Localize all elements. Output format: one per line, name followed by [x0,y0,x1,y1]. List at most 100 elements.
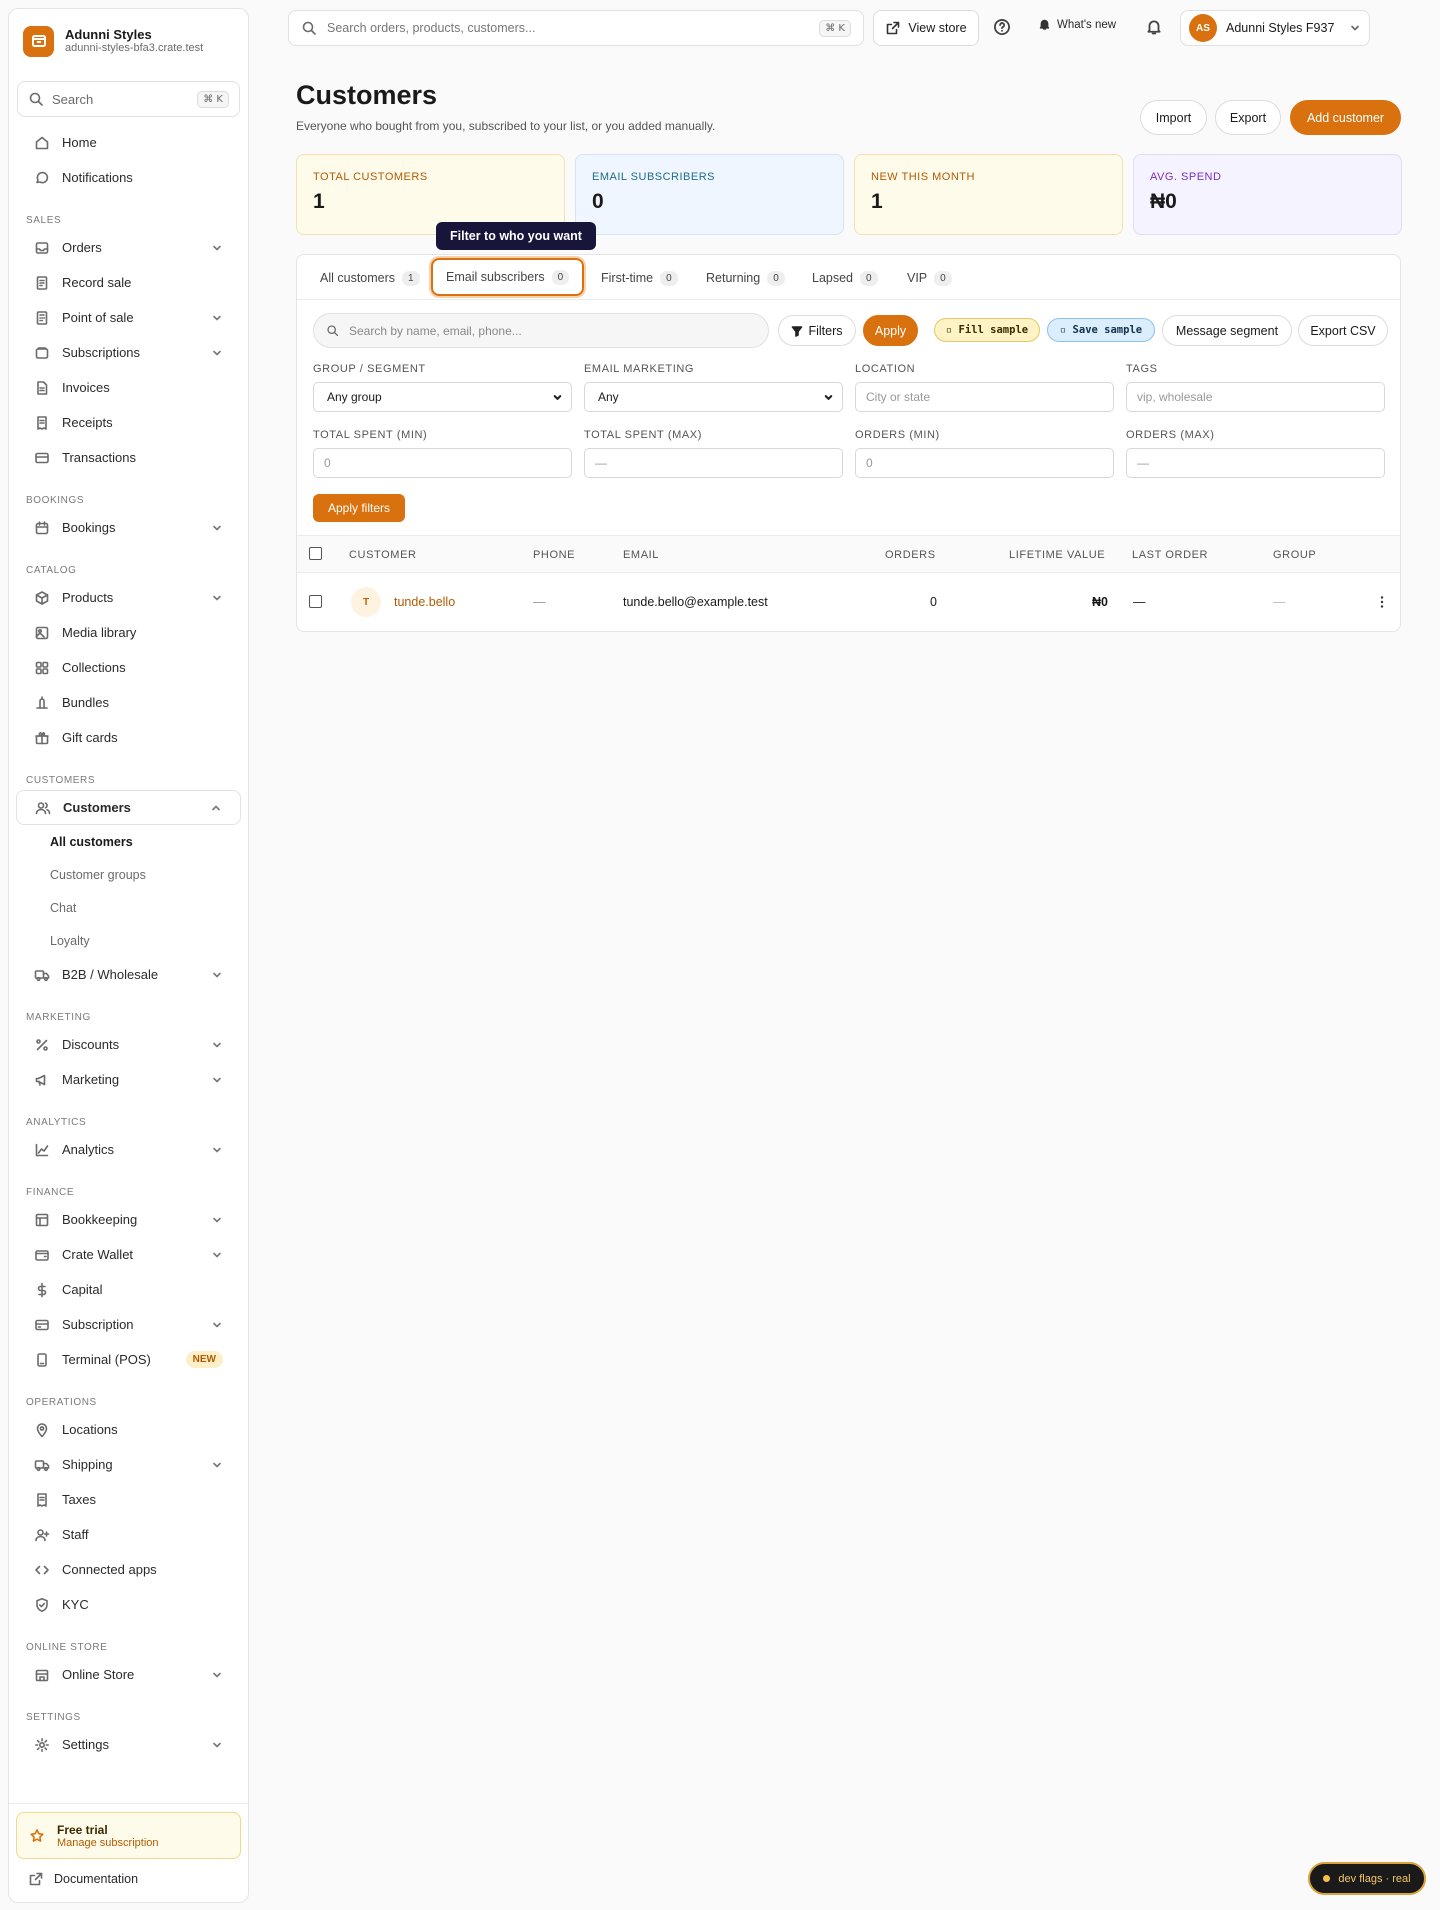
nav-crate-wallet[interactable]: Crate Wallet [16,1237,241,1272]
customer-name-link[interactable]: tunde.bello [394,595,455,609]
nav-terminal[interactable]: Terminal (POS) NEW [16,1342,241,1377]
tags-input[interactable]: vip, wholesale [1126,382,1385,412]
spent-min-input[interactable]: 0 [313,448,572,478]
chevron-down-icon [1349,22,1361,34]
orders-max-input[interactable]: — [1126,448,1385,478]
select-all-checkbox[interactable] [309,547,322,560]
nav-subscriptions[interactable]: Subscriptions [16,335,241,370]
nav-capital[interactable]: Capital [16,1272,241,1307]
nav-settings[interactable]: Settings [16,1727,241,1762]
apply-button[interactable]: Apply [863,315,918,346]
sidebar-divider [9,1803,248,1804]
col-orders: ORDERS [885,549,936,561]
nav-bookkeeping[interactable]: Bookkeeping [16,1202,241,1237]
nav-chat[interactable]: Chat [9,891,248,924]
account-name: Adunni Styles F937 [1226,21,1335,35]
nav-products[interactable]: Products [16,580,241,615]
free-trial-card[interactable]: Free trial Manage subscription [16,1812,241,1859]
nav-connected-apps-label: Connected apps [62,1562,157,1577]
nav-collections[interactable]: Collections [16,650,241,685]
export-button[interactable]: Export [1215,100,1281,135]
orders-min-label: ORDERS (MIN) [855,429,940,441]
tab-vip[interactable]: VIP 0 [907,265,952,291]
nav-bookings[interactable]: Bookings [16,510,241,545]
tab-first-time[interactable]: First-time 0 [601,265,678,291]
table-row[interactable]: T tunde.bello — tunde.bello@example.test… [297,573,1400,632]
account-menu[interactable]: AS Adunni Styles F937 [1180,10,1370,46]
nav-connected-apps[interactable]: Connected apps [16,1552,241,1587]
message-segment-button[interactable]: Message segment [1162,315,1292,346]
more-vertical-icon[interactable] [1374,594,1390,610]
nav-media-library[interactable]: Media library [16,615,241,650]
tab-returning[interactable]: Returning 0 [706,265,785,291]
group-select[interactable]: Any group [313,382,572,412]
filters-label: Filters [808,323,843,338]
nav-customer-groups[interactable]: Customer groups [9,858,248,891]
export-csv-button[interactable]: Export CSV [1298,315,1388,346]
chevron-down-icon [211,969,223,981]
row-checkbox[interactable] [309,595,322,608]
nav-notifications[interactable]: Notifications [16,160,241,195]
nav-discounts[interactable]: Discounts [16,1027,241,1062]
nav-b2b[interactable]: B2B / Wholesale [16,957,241,992]
nav-bundles[interactable]: Bundles [16,685,241,720]
search-icon [301,20,317,36]
nav-gift-cards[interactable]: Gift cards [16,720,241,755]
documentation-label: Documentation [54,1872,139,1886]
notifications-bell-icon[interactable] [1145,18,1163,36]
tab-all-customers[interactable]: All customers 1 [320,265,420,291]
nav-invoices[interactable]: Invoices [16,370,241,405]
nav-receipts[interactable]: Receipts [16,405,241,440]
chevron-down-icon [211,1039,223,1051]
nav-shipping[interactable]: Shipping [16,1447,241,1482]
filters-button[interactable]: Filters [778,315,856,346]
sidebar-search-placeholder: Search [52,91,94,107]
nav-taxes[interactable]: Taxes [16,1482,241,1517]
stat-value: ₦0 [1150,190,1177,213]
calendar-icon [34,520,50,536]
nav-loyalty[interactable]: Loyalty [9,924,248,957]
nav-home[interactable]: Home [16,125,241,160]
nav-settings-label: Settings [62,1737,109,1752]
nav-all-customers[interactable]: All customers [9,825,248,858]
nav-locations[interactable]: Locations [16,1412,241,1447]
save-sample-button[interactable]: ▫ Save sample [1047,318,1155,342]
nav-subscription[interactable]: Subscription [16,1307,241,1342]
chevron-down-icon [211,1319,223,1331]
tab-lapsed[interactable]: Lapsed 0 [812,265,878,291]
customer-search-input[interactable]: Search by name, email, phone... [313,313,769,348]
email-marketing-select[interactable]: Any [584,382,843,412]
import-button[interactable]: Import [1140,100,1207,135]
brand[interactable]: Adunni Styles adunni-styles-bfa3.crate.t… [9,17,248,65]
documentation-link[interactable]: Documentation [16,1864,138,1894]
nav-staff[interactable]: Staff [16,1517,241,1552]
spent-max-input[interactable]: — [584,448,843,478]
tab-email-subscribers[interactable]: Email subscribers 0 [431,258,585,296]
nav-point-of-sale[interactable]: Point of sale [16,300,241,335]
dev-flags-badge[interactable]: dev flags · real [1308,1862,1426,1895]
receipt-icon [34,1492,50,1508]
whats-new-button[interactable]: What's new [1038,18,1116,31]
add-customer-button[interactable]: Add customer [1290,100,1401,135]
nav-orders[interactable]: Orders [16,230,241,265]
location-input[interactable]: City or state [855,382,1114,412]
nav-kyc[interactable]: KYC [16,1587,241,1622]
help-icon[interactable] [993,18,1011,36]
nav-online-store[interactable]: Online Store [16,1657,241,1692]
sidebar-search[interactable]: Search ⌘ K [17,81,240,117]
nav-marketing[interactable]: Marketing [16,1062,241,1097]
manage-subscription-link[interactable]: Manage subscription [57,1837,159,1849]
location-label: LOCATION [855,363,916,375]
nav-online-store-label: Online Store [62,1667,135,1682]
nav-customers[interactable]: Customers [16,790,241,825]
fill-sample-button[interactable]: ▫ Fill sample [934,318,1040,342]
nav-record-sale[interactable]: Record sale [16,265,241,300]
document-icon [34,275,50,291]
nav-analytics[interactable]: Analytics [16,1132,241,1167]
apply-filters-button[interactable]: Apply filters [313,494,405,522]
nav-home-label: Home [62,135,97,150]
nav-transactions[interactable]: Transactions [16,440,241,475]
view-store-button[interactable]: View store [873,10,979,46]
orders-min-input[interactable]: 0 [855,448,1114,478]
global-search-input[interactable]: Search orders, products, customers... ⌘ … [288,10,864,46]
